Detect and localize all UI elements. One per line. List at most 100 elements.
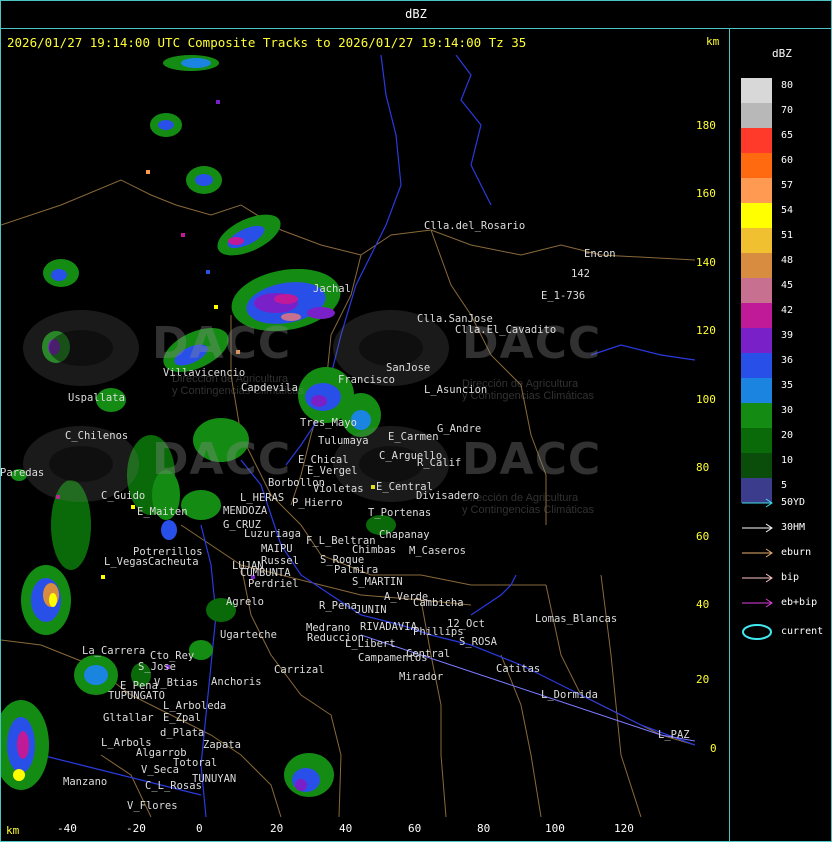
track-label: 50YD [781, 497, 806, 508]
place-label: Villavicencio [163, 367, 246, 379]
legend-swatch [741, 153, 772, 178]
place-label: Tulumaya [318, 435, 369, 447]
place-label: Gltallar [103, 712, 154, 724]
place-label: Totoral [173, 757, 218, 769]
place-label: E_1-736 [541, 290, 586, 302]
window-title: dBZ [405, 7, 427, 21]
place-label: Chapanay [379, 529, 430, 541]
place-label: P_Hierro [292, 497, 343, 509]
place-label: Luzuriaga [244, 528, 301, 540]
place-label: MAIPU [261, 543, 293, 555]
place-label: Francisco [338, 374, 395, 386]
place-label: E_Maiten [137, 506, 188, 518]
y-tick-label: 160 [696, 187, 716, 200]
place-label: L_Dormida [541, 689, 598, 701]
legend-swatch [741, 378, 772, 403]
legend-value: 20 [781, 430, 794, 441]
x-tick-label: 60 [408, 822, 422, 835]
place-label: Clla.del_Rosario [424, 220, 526, 232]
axis-unit-bottom: km [6, 824, 20, 837]
place-label: L_HERAS [240, 492, 285, 504]
place-label: Zapata [203, 739, 241, 751]
place-label: Ugarteche [220, 629, 277, 641]
place-label: Agrelo [226, 596, 264, 608]
place-label: M_Caseros [409, 545, 466, 557]
legend-value: 45 [781, 280, 794, 291]
y-tick-label: 0 [710, 742, 717, 755]
y-tick-label: 80 [696, 461, 710, 474]
place-label: E_Zpal [163, 712, 201, 724]
place-label: S_MARTIN [352, 576, 403, 588]
place-label: Palmira [334, 564, 379, 576]
place-label: Violetas [313, 483, 364, 495]
place-label: C_Chilenos [65, 430, 129, 442]
place-label: R_Pena [319, 600, 357, 612]
x-tick-label: 80 [477, 822, 491, 835]
legend-value: 30 [781, 405, 794, 416]
place-label: L_PAZ [658, 729, 690, 741]
legend-swatch [741, 328, 772, 353]
track-label: eb+bip [781, 597, 818, 608]
place-label: Encon [584, 248, 616, 260]
legend-swatch [741, 353, 772, 378]
track-arrow-icon [742, 573, 773, 583]
current-ellipse-icon [742, 624, 772, 640]
place-label: L_Arboleda [163, 700, 227, 712]
place-label: MENDOZA [223, 505, 268, 517]
y-tick-label: 120 [696, 324, 716, 337]
place-label: Carrizal [274, 664, 325, 676]
x-tick-label: 40 [339, 822, 353, 835]
legend-swatch [741, 453, 772, 478]
x-tick-label: 120 [614, 822, 634, 835]
title-bar: dBZ [0, 0, 832, 29]
place-label: Central [406, 648, 451, 660]
place-label: L_Asuncion [424, 384, 488, 396]
legend-value: 42 [781, 305, 794, 316]
legend-swatch [741, 428, 772, 453]
y-tick-label: 100 [696, 393, 716, 406]
x-tick-label: -40 [57, 822, 77, 835]
legend-value: 70 [781, 105, 794, 116]
legend-value: 10 [781, 455, 794, 466]
legend-value: 60 [781, 155, 794, 166]
legend-swatch [741, 78, 772, 103]
legend-value: 36 [781, 355, 794, 366]
place-label: Paredas [0, 467, 45, 479]
place-label: R_Calif [417, 457, 462, 469]
place-label: TUPUNGATO [108, 690, 165, 702]
place-label: G_Andre [437, 423, 482, 435]
place-label: La_Carrera [82, 645, 146, 657]
legend-swatch [741, 103, 772, 128]
y-tick-label: 60 [696, 530, 710, 543]
legend-swatch [741, 278, 772, 303]
place-label: Anchoris [211, 676, 262, 688]
track-label: current [781, 626, 824, 637]
place-label: Perdriel [248, 578, 299, 590]
legend-value: 35 [781, 380, 794, 391]
place-label: S_Jose [138, 661, 176, 673]
place-label: E_Carmen [388, 431, 439, 443]
legend-swatch [741, 128, 772, 153]
legend-swatch [741, 403, 772, 428]
place-label: Catitas [496, 663, 541, 675]
place-label: Cacheuta [148, 556, 199, 568]
track-arrow-icon [742, 598, 773, 608]
place-label: Phillips [413, 626, 464, 638]
legend-value: 80 [781, 80, 794, 91]
track-arrow-icon [742, 548, 773, 558]
place-label: Jachal [313, 283, 351, 295]
track-label: eburn [781, 547, 812, 558]
legend-swatch [741, 178, 772, 203]
watermark-logo: DACC [462, 434, 602, 485]
place-label: V_Flores [127, 800, 178, 812]
place-label: V_Seca [141, 764, 179, 776]
place-label: T_Portenas [368, 507, 432, 519]
x-tick-label: 0 [196, 822, 203, 835]
x-tick-label: 100 [545, 822, 565, 835]
legend-value: 48 [781, 255, 794, 266]
watermark-logo: DACC [152, 318, 292, 369]
place-label: Clla.El_Cavadito [455, 324, 557, 336]
x-tick-label: -20 [126, 822, 146, 835]
place-label: L_Vegas [104, 556, 149, 568]
place-label: Divisadero [416, 490, 480, 502]
